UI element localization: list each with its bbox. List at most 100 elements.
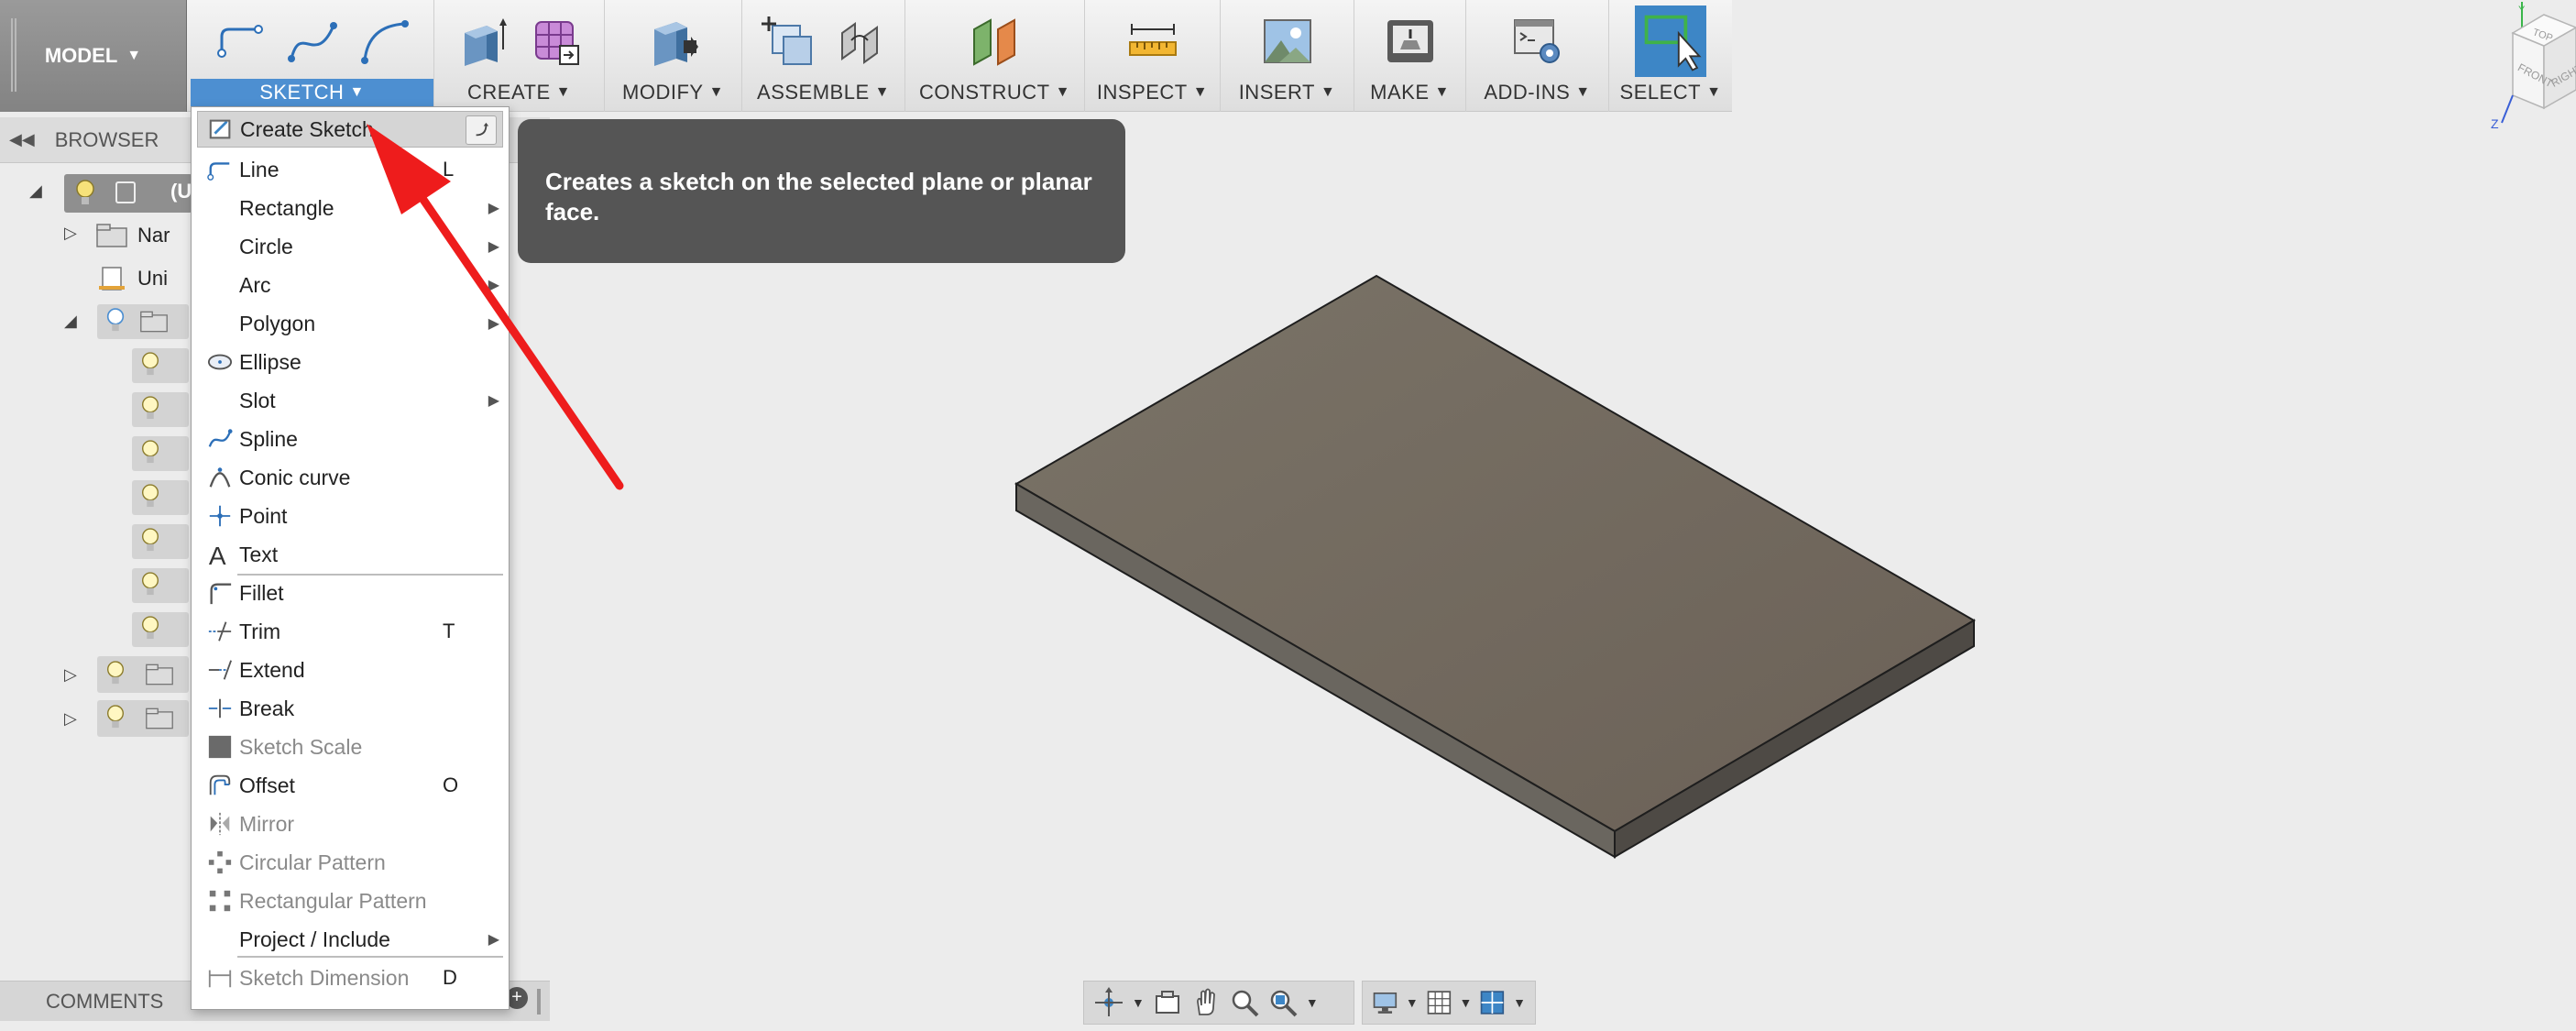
menu-item-conic-curve[interactable]: Conic curve [197,459,503,496]
measure-icon[interactable] [1124,13,1181,70]
menu-item-rectangular-pattern[interactable]: Rectangular Pattern [197,883,503,919]
visibility-bulb-icon[interactable] [104,307,126,335]
menu-item-spline[interactable]: Spline [197,421,503,457]
menu-item-extend[interactable]: Extend [197,652,503,688]
visibility-bulb-icon[interactable] [139,439,161,466]
menu-item-circular-pattern[interactable]: Circular Pattern [197,844,503,881]
select-menu-button[interactable]: SELECT ▼ [1609,79,1732,106]
scripts-addins-icon[interactable] [1509,13,1566,70]
press-pull-icon[interactable] [645,13,702,70]
plate-right-face[interactable] [1614,619,1975,859]
inspect-menu-button[interactable]: INSPECT ▼ [1085,79,1220,106]
menu-item-fillet[interactable]: Fillet [197,575,503,611]
orbit-icon[interactable] [1093,987,1124,1018]
menu-item-project-include[interactable]: Project / Include ▶ [197,921,503,958]
offset-plane-icon[interactable] [967,13,1024,70]
menu-item-slot[interactable]: Slot ▶ [197,382,503,419]
chevron-down-icon[interactable]: ▼ [1132,995,1145,1010]
toolbar-grip-handle[interactable] [11,18,16,92]
tree-expand-icon[interactable]: ▷ [64,665,77,685]
menu-item-sketch-dimension[interactable]: Sketch Dimension D [197,960,503,996]
pan-hand-icon[interactable] [1190,987,1222,1018]
browser-row-folder[interactable] [97,656,189,693]
menu-item-offset[interactable]: Offset O [197,767,503,804]
browser-row-folder[interactable] [97,700,189,737]
visibility-bulb-icon[interactable] [139,527,161,554]
menu-item-circle[interactable]: Circle ▶ [197,228,503,265]
browser-row-origin[interactable] [97,304,189,339]
menu-item-point[interactable]: Point [197,498,503,534]
chevron-down-icon[interactable]: ▼ [1513,995,1526,1010]
tree-expand-icon[interactable]: ▷ [64,224,77,243]
modify-menu-button[interactable]: MODIFY ▼ [605,79,741,106]
new-component-icon[interactable] [760,13,817,70]
browser-row-origin-item[interactable] [132,392,189,427]
line-tool-icon[interactable] [213,13,269,70]
joint-icon[interactable] [831,13,888,70]
menu-item-sketch-scale[interactable]: Sketch Scale [197,729,503,765]
plate-top-face[interactable] [1014,274,1976,833]
menu-item-line[interactable]: Line L [197,151,503,188]
spline-tool-icon[interactable] [284,13,341,70]
insert-image-icon[interactable] [1259,13,1316,70]
menu-item-ellipse[interactable]: Ellipse [197,344,503,380]
browser-row-units[interactable]: Uni [95,259,168,298]
make-menu-button[interactable]: MAKE ▼ [1354,79,1465,106]
browser-root-node[interactable]: (U [64,174,192,213]
zoom-icon[interactable] [1229,987,1260,1018]
menu-item-mirror[interactable]: Mirror [197,806,503,842]
workspace-switcher-button[interactable]: MODEL ▼ [0,0,187,112]
visibility-bulb-icon[interactable] [139,351,161,378]
browser-row-origin-item[interactable] [132,480,189,515]
visibility-bulb-icon[interactable] [104,660,126,687]
chevron-down-icon[interactable]: ▼ [1406,995,1419,1010]
visibility-bulb-icon[interactable] [139,615,161,642]
viewports-icon[interactable] [1479,987,1506,1018]
arc-tool-icon[interactable] [356,13,412,70]
visibility-bulb-icon[interactable] [139,395,161,422]
menu-item-arc[interactable]: Arc ▶ [197,267,503,303]
plate-front-face[interactable] [1015,482,1616,859]
browser-row-origin-item[interactable] [132,524,189,559]
menu-item-create-sketch[interactable]: Create Sketch [197,111,503,148]
menu-item-break[interactable]: Break [197,690,503,727]
browser-row-origin-item[interactable] [132,612,189,647]
panel-resize-handle[interactable] [537,989,541,1015]
construct-menu-button[interactable]: CONSTRUCT ▼ [905,79,1084,106]
visibility-bulb-icon[interactable] [73,179,97,208]
chevron-down-icon[interactable]: ▼ [1459,995,1472,1010]
create-menu-button[interactable]: CREATE ▼ [434,79,604,106]
form-icon[interactable] [527,13,584,70]
tree-collapse-icon[interactable]: ◢ [64,312,77,331]
menu-item-text[interactable]: A Text [197,536,503,573]
assemble-menu-button[interactable]: ASSEMBLE ▼ [742,79,904,106]
visibility-bulb-icon[interactable] [139,483,161,510]
menu-item-rectangle[interactable]: Rectangle ▶ [197,190,503,226]
solid-plate-body[interactable] [1014,274,1976,859]
tree-expand-icon[interactable]: ▷ [64,709,77,729]
collapse-panel-icon[interactable]: ◀◀ [9,130,35,149]
display-settings-icon[interactable] [1372,987,1398,1018]
3d-print-icon[interactable] [1382,13,1439,70]
menu-item-polygon[interactable]: Polygon ▶ [197,305,503,342]
tree-collapse-icon[interactable]: ◢ [29,181,42,201]
addins-menu-button[interactable]: ADD-INS ▼ [1466,79,1608,106]
fit-zoom-icon[interactable] [1267,987,1299,1018]
sketch-menu-label: SKETCH [259,81,345,104]
visibility-bulb-icon[interactable] [104,704,126,731]
browser-row-origin-item[interactable] [132,436,189,471]
chevron-down-icon[interactable]: ▼ [1306,995,1319,1010]
browser-row-origin-item[interactable] [132,348,189,383]
menu-item-trim[interactable]: Trim T [197,613,503,650]
viewcube[interactable]: Y Z TOP FRONT RIGHT [2465,0,2576,156]
browser-row-named-views[interactable]: Nar [95,216,170,255]
grid-settings-icon[interactable] [1426,987,1452,1018]
extrude-icon[interactable] [455,13,512,70]
pin-to-toolbar-icon[interactable] [466,115,497,145]
browser-row-origin-item[interactable] [132,568,189,603]
insert-menu-button[interactable]: INSERT ▼ [1221,79,1354,106]
visibility-bulb-icon[interactable] [139,571,161,598]
select-tool-icon[interactable] [1633,5,1708,77]
sketch-menu-button[interactable]: SKETCH ▼ [191,79,433,106]
look-at-icon[interactable] [1152,987,1183,1018]
